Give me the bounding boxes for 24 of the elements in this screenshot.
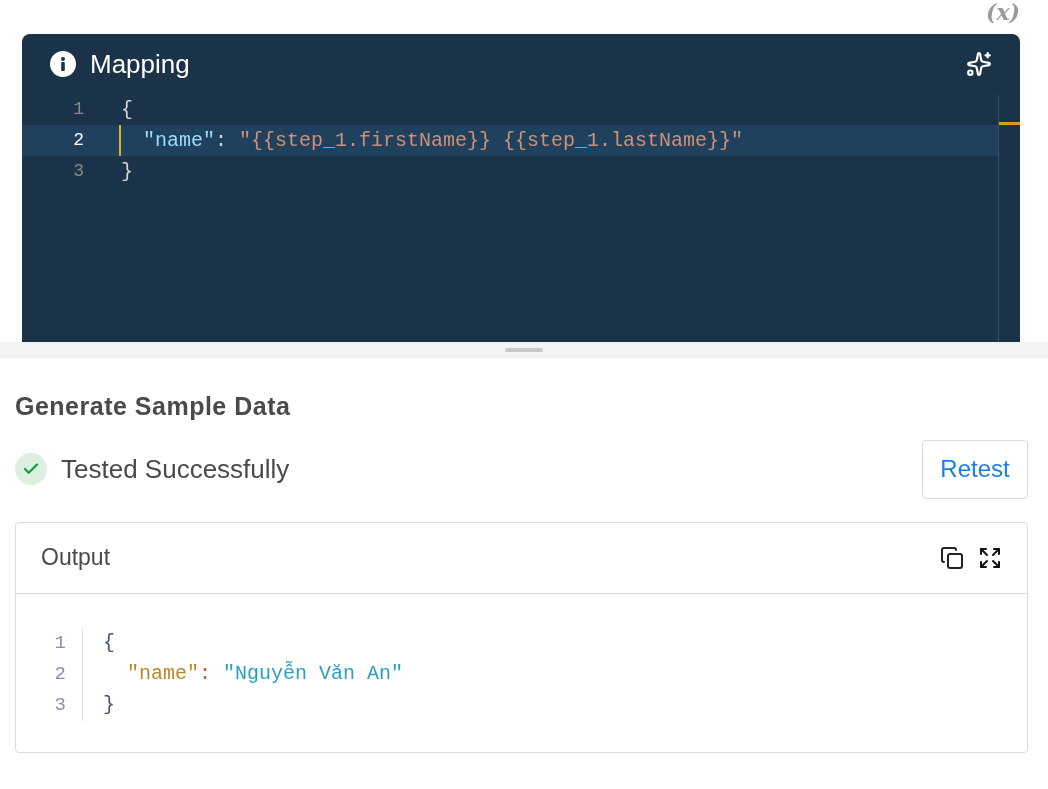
code-line: { — [103, 630, 115, 656]
line-number: 2 — [53, 661, 66, 687]
code-line: "name": "Nguyễn Văn An" — [127, 660, 404, 687]
resize-handle[interactable] — [505, 348, 543, 352]
section-title: Generate Sample Data — [15, 391, 292, 422]
code-line: "name": "{{step_1.firstName}} {{step_1.lastName}}" — [143, 127, 744, 154]
line-number: 1 — [72, 98, 85, 121]
retest-button[interactable]: Retest — [922, 439, 1028, 499]
variables-button[interactable]: (x) — [986, 0, 1020, 24]
line-number: 3 — [72, 160, 85, 183]
editor-title: Mapping — [90, 47, 190, 81]
sparkles-icon[interactable] — [966, 51, 992, 77]
expand-icon[interactable] — [978, 545, 1002, 570]
copy-icon[interactable] — [940, 545, 964, 570]
status-text: Tested Successfully — [61, 452, 290, 486]
code-line: } — [121, 158, 133, 185]
line-number: 2 — [72, 129, 85, 152]
line-number: 1 — [53, 630, 66, 656]
scrollbar[interactable] — [998, 95, 1020, 342]
code-line: { — [121, 96, 133, 123]
card-title: Output — [41, 543, 111, 573]
info-icon — [50, 51, 76, 77]
code-line: } — [103, 692, 115, 718]
line-number: 3 — [53, 692, 66, 718]
